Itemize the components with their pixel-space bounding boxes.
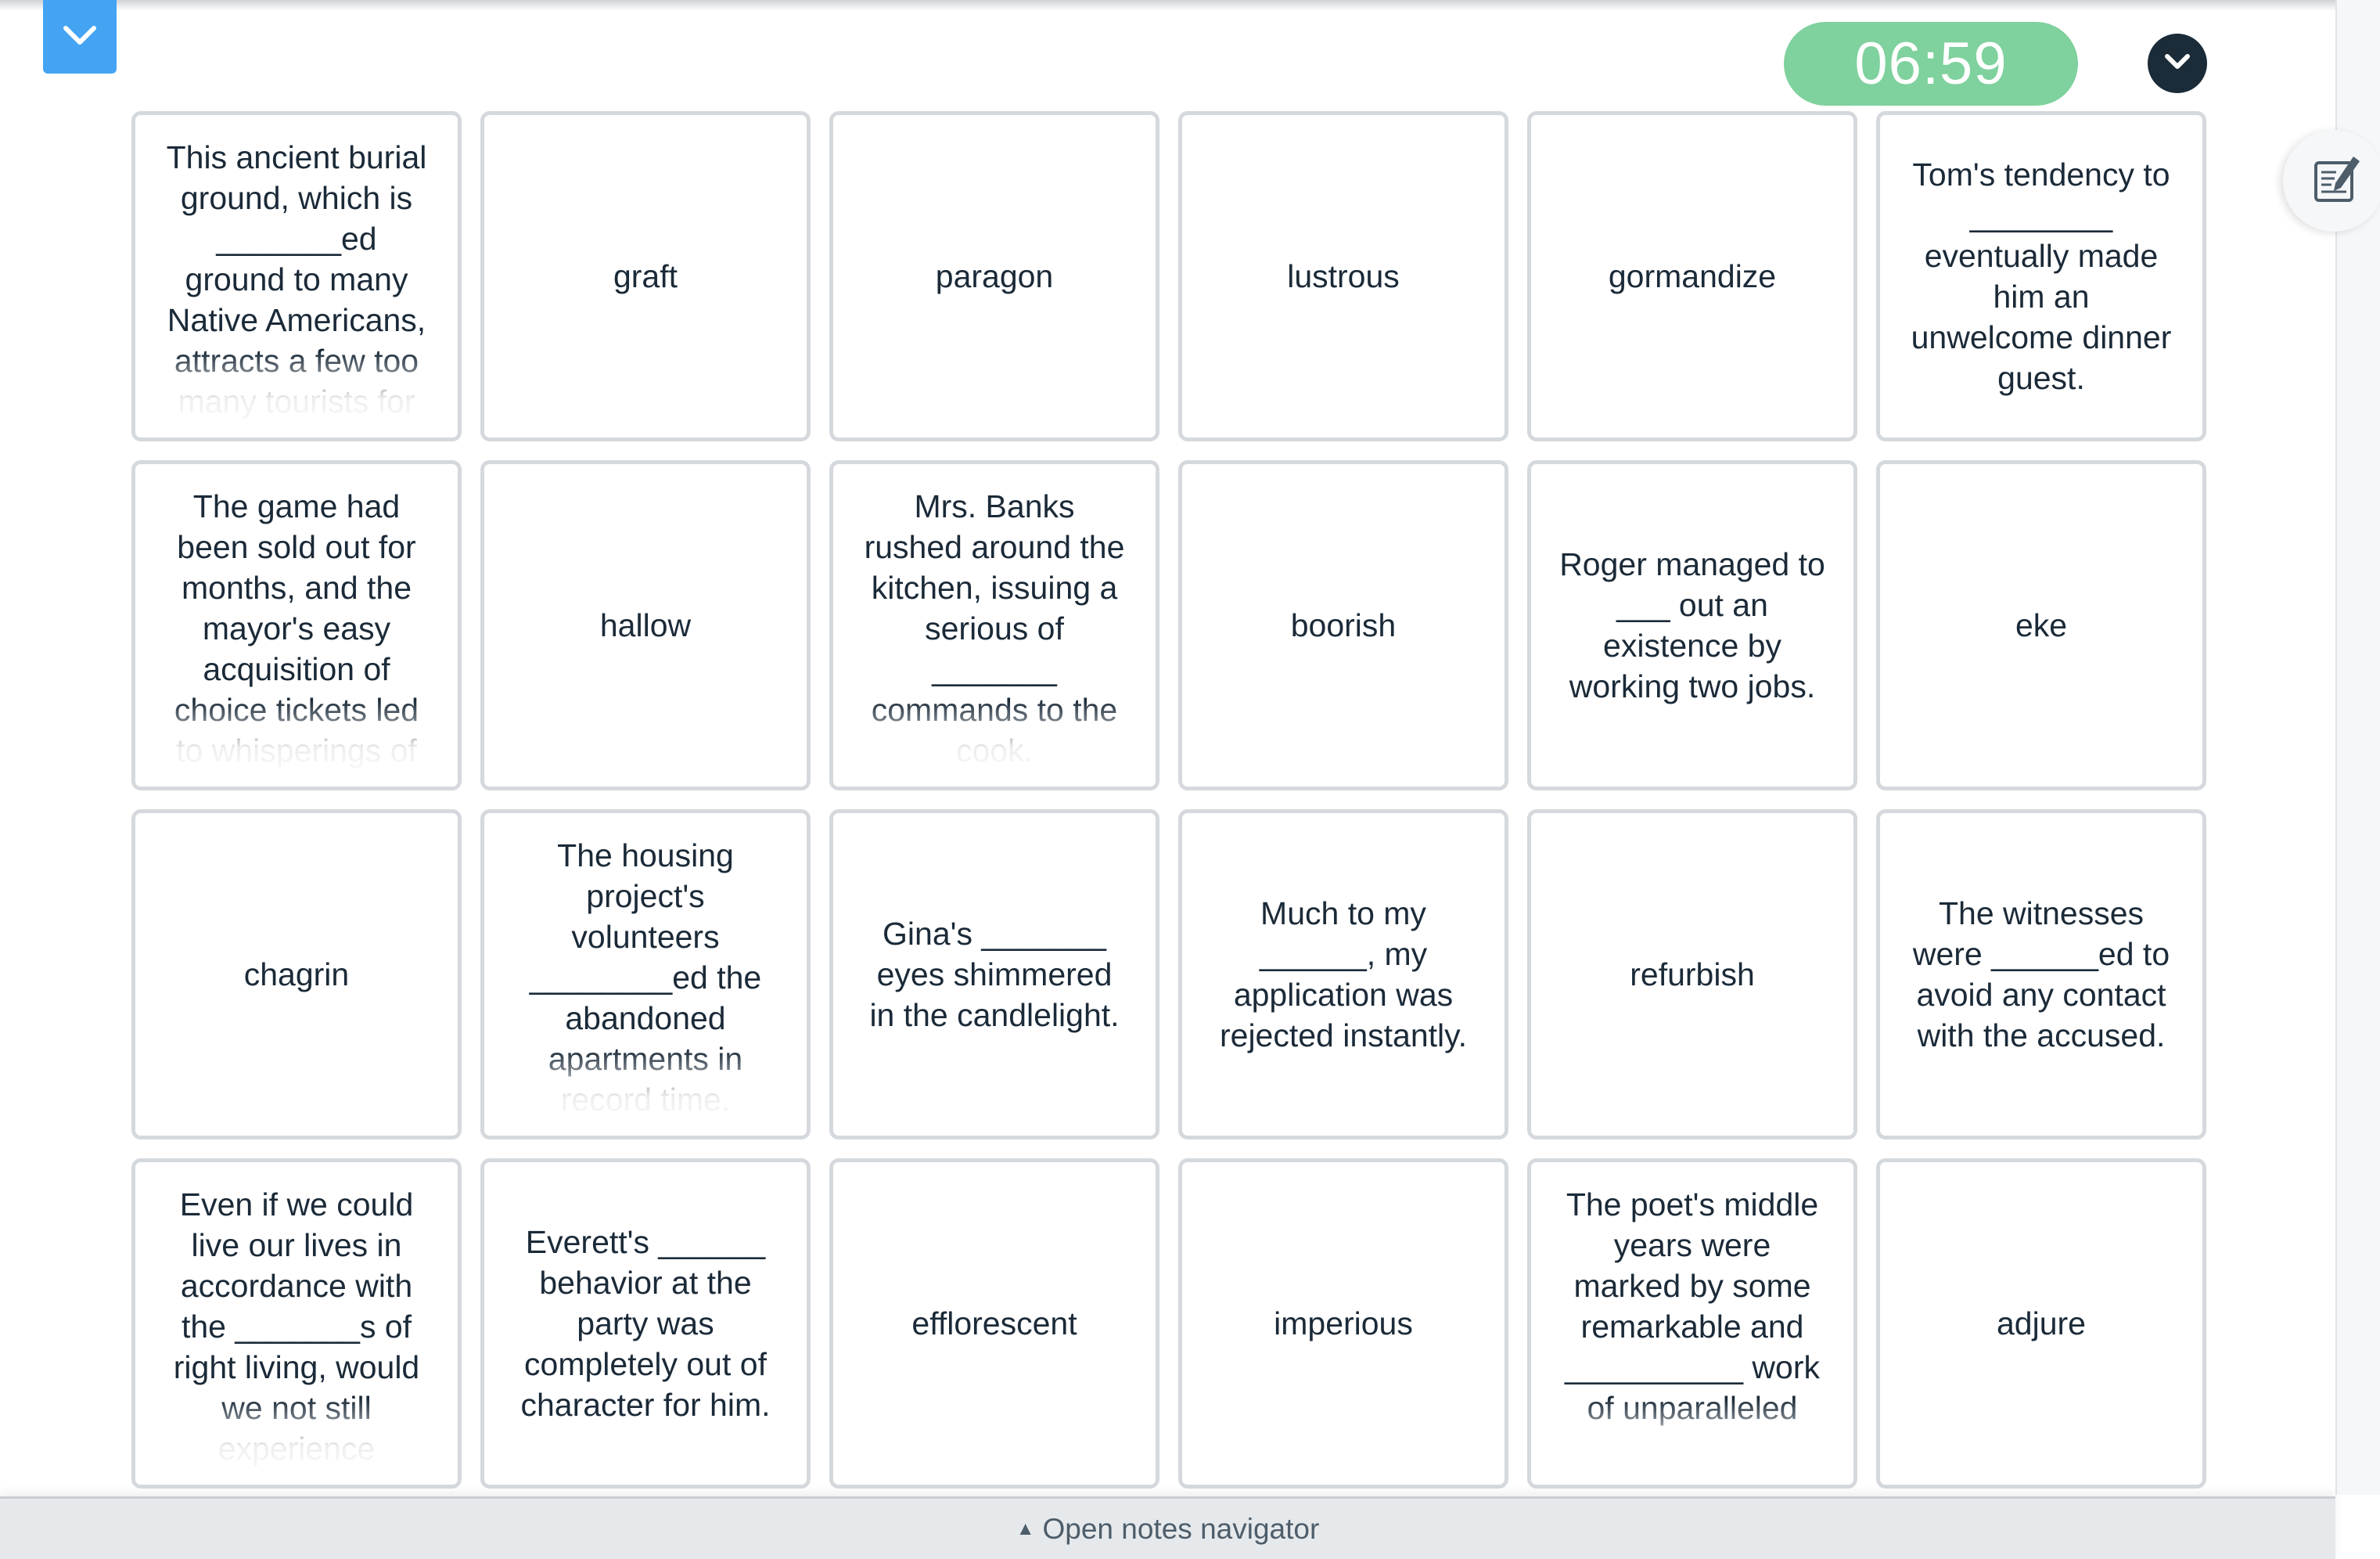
match-card[interactable]: The game had been sold out for months, a… [131, 460, 462, 790]
card-text: Everett's ______ behavior at the party w… [520, 1224, 771, 1423]
card-text: Gina's _______ eyes shimmered in the can… [869, 916, 1120, 1033]
countdown-timer: 06:59 [1784, 22, 2078, 106]
match-card[interactable]: gormandize [1527, 111, 1857, 441]
card-text: The game had been sold out for months, a… [174, 488, 419, 769]
flashcard-grid: This ancient burial ground, which is ___… [131, 111, 2206, 1489]
card-text: The housing project's volunteers _______… [529, 837, 762, 1118]
card-text: boorish [1290, 607, 1397, 643]
open-notes-tab[interactable] [2283, 130, 2380, 232]
match-card[interactable]: Roger managed to ___ out an existence by… [1527, 460, 1857, 790]
open-notes-navigator-label: Open notes navigator [1042, 1512, 1320, 1545]
chevron-down-icon [62, 23, 98, 51]
match-card[interactable]: refurbish [1527, 809, 1857, 1140]
card-text: paragon [935, 258, 1054, 294]
options-toggle-button[interactable] [2148, 34, 2207, 93]
match-card[interactable]: hallow [480, 460, 811, 790]
match-card[interactable]: chagrin [131, 809, 462, 1140]
chevron-down-icon [2163, 52, 2191, 75]
match-card[interactable]: Everett's ______ behavior at the party w… [480, 1158, 811, 1489]
match-card[interactable]: Even if we could live our lives in accor… [131, 1158, 462, 1489]
card-text: lustrous [1287, 258, 1400, 294]
collapse-header-button[interactable] [43, 0, 117, 74]
match-card[interactable]: Gina's _______ eyes shimmered in the can… [829, 809, 1159, 1140]
card-text: Tom's tendency to ________ eventually ma… [1911, 157, 2172, 396]
match-card[interactable]: The witnesses were ______ed to avoid any… [1876, 809, 2206, 1140]
match-card[interactable]: This ancient burial ground, which is ___… [131, 111, 462, 441]
card-text: imperious [1274, 1305, 1413, 1341]
card-text: hallow [599, 607, 692, 643]
card-text: Much to my ______, my application was re… [1219, 895, 1467, 1053]
card-text: eke [2015, 607, 2068, 643]
card-text: The witnesses were ______ed to avoid any… [1912, 895, 2170, 1053]
match-card[interactable]: efflorescent [829, 1158, 1159, 1489]
card-text: Even if we could live our lives in accor… [173, 1186, 420, 1467]
match-card[interactable]: Mrs. Banks rushed around the kitchen, is… [829, 460, 1159, 790]
match-card[interactable]: Tom's tendency to ________ eventually ma… [1876, 111, 2206, 441]
card-text: gormandize [1608, 258, 1777, 294]
top-shadow [0, 0, 2335, 11]
card-text: The poet's middle years were marked by s… [1565, 1186, 1820, 1426]
open-notes-navigator-button[interactable]: ▲ Open notes navigator [0, 1496, 2335, 1559]
match-card[interactable]: The housing project's volunteers _______… [480, 809, 811, 1140]
card-text: graft [613, 258, 678, 294]
card-text: refurbish [1630, 956, 1755, 992]
card-text: Roger managed to ___ out an existence by… [1559, 546, 1825, 704]
card-text: This ancient burial ground, which is ___… [166, 139, 427, 419]
match-card[interactable]: boorish [1178, 460, 1508, 790]
match-card[interactable]: eke [1876, 460, 2206, 790]
triangle-up-icon: ▲ [1016, 1518, 1035, 1539]
card-text: Mrs. Banks rushed around the kitchen, is… [864, 488, 1125, 769]
card-text: adjure [1997, 1305, 2086, 1341]
card-text: chagrin [243, 956, 350, 992]
match-card[interactable]: imperious [1178, 1158, 1508, 1489]
match-card[interactable]: graft [480, 111, 811, 441]
match-card[interactable]: Much to my ______, my application was re… [1178, 809, 1508, 1140]
match-card[interactable]: The poet's middle years were marked by s… [1527, 1158, 1857, 1489]
match-card[interactable]: paragon [829, 111, 1159, 441]
card-text: efflorescent [911, 1305, 1077, 1341]
match-card[interactable]: lustrous [1178, 111, 1508, 441]
edit-notes-icon [2313, 155, 2363, 207]
match-card[interactable]: adjure [1876, 1158, 2206, 1489]
